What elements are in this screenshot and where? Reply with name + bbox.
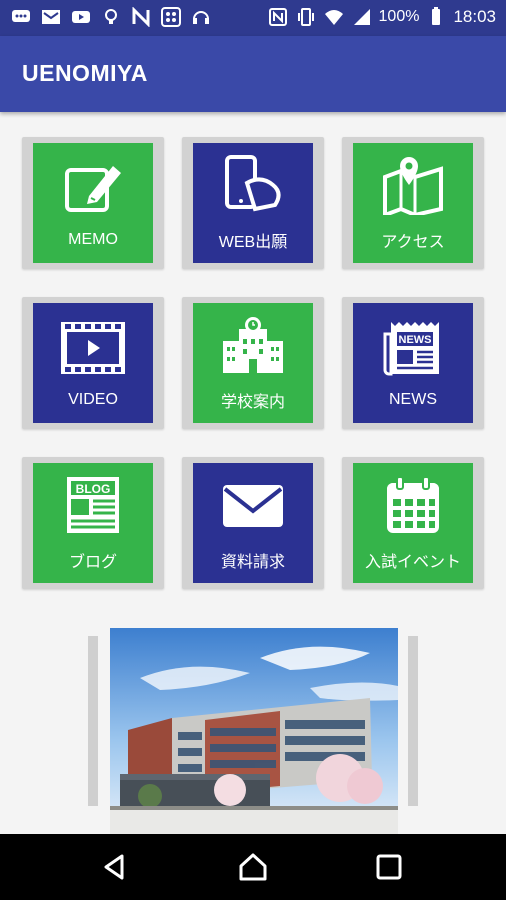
battery-percent: 100% (378, 8, 420, 25)
youtube-icon (70, 6, 92, 28)
tile-web-application[interactable]: WEB出願 (182, 137, 324, 269)
svg-text:BLOG: BLOG (76, 482, 111, 496)
tile-blog[interactable]: BLOG ブログ (22, 457, 164, 589)
tile-exam-events[interactable]: 入試イベント (342, 457, 484, 589)
home-icon[interactable] (238, 852, 268, 882)
chat-icon (10, 6, 32, 28)
svg-text:NEWS: NEWS (399, 334, 432, 346)
carousel-prev-edge[interactable] (88, 636, 98, 806)
map-pin-icon (381, 155, 445, 220)
tile-news-face[interactable]: NEWS NEWS (353, 303, 473, 423)
tile-label: 資料請求 (220, 553, 285, 571)
phone-touch-icon (221, 154, 285, 220)
headset-icon (190, 6, 212, 28)
signal-icon (351, 6, 373, 28)
tile-web-application-face[interactable]: WEB出願 (193, 143, 313, 263)
battery-icon (425, 6, 447, 28)
tile-label: ブログ (68, 553, 117, 571)
edit-icon (61, 158, 125, 223)
school-building-photo[interactable] (110, 628, 398, 834)
tile-video[interactable]: VIDEO (22, 297, 164, 429)
tile-label: VIDEO (68, 390, 118, 408)
tile-label: アクセス (381, 233, 445, 251)
status-bar: 100% 18:03 (0, 0, 506, 36)
calendar-icon (381, 475, 445, 540)
carousel-next-edge[interactable] (408, 636, 418, 806)
tile-news[interactable]: NEWS NEWS (342, 297, 484, 429)
nfc-icon (267, 6, 289, 28)
app-bar: UENOMIYA (0, 36, 506, 112)
clock: 18:03 (453, 7, 496, 26)
n-icon (130, 6, 152, 28)
tile-access[interactable]: アクセス (342, 137, 484, 269)
newspaper-icon: NEWS (381, 318, 445, 383)
tile-label: MEMO (68, 230, 118, 248)
navigation-bar (0, 834, 506, 900)
tile-exam-events-face[interactable]: 入試イベント (353, 463, 473, 583)
school-building-icon (221, 315, 285, 380)
bulb-icon (100, 6, 122, 28)
mail-icon (40, 6, 62, 28)
blog-icon: BLOG (61, 475, 125, 540)
vibrate-icon (295, 6, 317, 28)
wifi-icon (323, 6, 345, 28)
envelope-icon (221, 475, 285, 540)
tile-memo-face[interactable]: MEMO (33, 143, 153, 263)
film-play-icon (61, 318, 125, 383)
tile-blog-face[interactable]: BLOG ブログ (33, 463, 153, 583)
tile-memo[interactable]: MEMO (22, 137, 164, 269)
banner-carousel[interactable] (0, 628, 506, 834)
tile-label: 入試イベント (364, 553, 461, 571)
tile-school-guide[interactable]: 学校案内 (182, 297, 324, 429)
tile-label: WEB出願 (218, 233, 288, 251)
grid-app-icon (160, 6, 182, 28)
tile-request-materials[interactable]: 資料請求 (182, 457, 324, 589)
tile-label: 学校案内 (220, 393, 285, 411)
back-icon[interactable] (100, 852, 130, 882)
tile-school-guide-face[interactable]: 学校案内 (193, 303, 313, 423)
recents-icon[interactable] (374, 852, 404, 882)
tile-label: NEWS (389, 390, 437, 408)
tile-video-face[interactable]: VIDEO (33, 303, 153, 423)
tile-request-materials-face[interactable]: 資料請求 (193, 463, 313, 583)
tile-access-face[interactable]: アクセス (353, 143, 473, 263)
app-title: UENOMIYA (22, 60, 148, 86)
